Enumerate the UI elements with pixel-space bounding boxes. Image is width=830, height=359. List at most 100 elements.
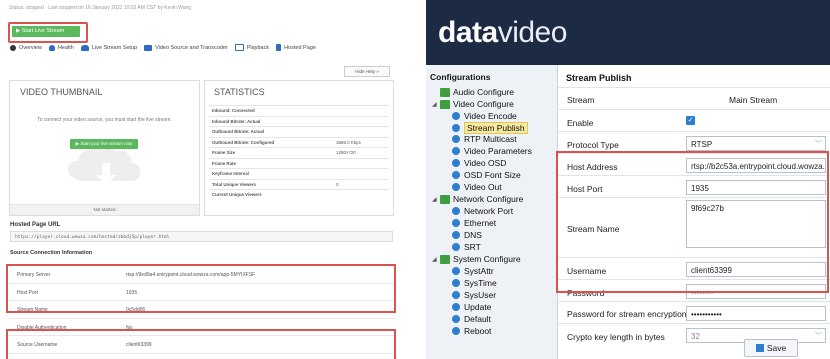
stream-status-text: Status: stopped · Last stopped on 16 Jan… — [9, 5, 192, 11]
tab-hosted-page[interactable]: Hosted Page — [276, 44, 316, 51]
hide-help-button[interactable]: Hide Help » — [344, 66, 390, 77]
crypto-label: Crypto key length in bytes — [567, 332, 665, 342]
sidebar-item-osd-font-size[interactable]: OSD Font Size — [452, 170, 521, 180]
gear-icon — [452, 112, 460, 120]
encryption-password-input[interactable]: ••••••••••• — [686, 306, 826, 321]
gear-icon — [452, 315, 460, 323]
tab-live-stream-setup[interactable]: Live Stream Setup — [80, 44, 138, 51]
statistics-table: Inbound: Connected Inbound Bitrate: Actu… — [209, 105, 389, 200]
protocol-label: Protocol Type — [567, 140, 619, 150]
tab-video-source[interactable]: Video Source and Transcoder — [144, 44, 228, 51]
sidebar-item-update[interactable]: Update — [452, 302, 491, 312]
table-row: Inbound Bitrate: Actual — [209, 115, 389, 127]
hosted-page-url-field[interactable]: https://player.cloud.wowza.com/hosted/zb… — [10, 231, 393, 242]
folder-icon — [440, 254, 450, 264]
tab-playback[interactable]: Playback — [234, 44, 269, 51]
stat-key: Outbound Bitrate: Actual — [209, 126, 334, 137]
sidebar-item-video-osd[interactable]: Video OSD — [452, 158, 506, 168]
sidebar-item-video-parameters[interactable]: Video Parameters — [452, 146, 532, 156]
cloud-icon — [80, 44, 89, 51]
source-connection-title: Source Connection Information — [10, 250, 93, 256]
gear-icon — [452, 327, 460, 335]
gear-icon — [452, 303, 460, 311]
highlight-box-server — [6, 264, 396, 313]
start-live-stream-button[interactable]: ▶ Start Live Stream — [12, 26, 80, 37]
sidebar-item-audio-configure[interactable]: Audio Configure — [440, 87, 514, 97]
table-row: Total Unique Viewers 0 — [209, 178, 389, 190]
stat-value — [333, 168, 389, 179]
stat-key: Frame Size — [209, 147, 334, 158]
sidebar-item-stream-publish[interactable]: Stream Publish — [452, 122, 528, 134]
folder-icon — [440, 99, 450, 109]
sidebar-item-rtp-multicast[interactable]: RTP Multicast — [452, 134, 517, 144]
gear-icon — [452, 279, 460, 287]
sidebar-item-network-port[interactable]: Network Port — [452, 206, 513, 216]
datavideo-panel: datavideo Configurations Audio Configure… — [426, 0, 830, 359]
start-live-highlight: ▶ Start Live Stream — [8, 22, 88, 43]
enable-label: Enable — [567, 118, 594, 128]
stat-key: Keyframe Interval — [209, 168, 334, 179]
gear-icon — [452, 219, 460, 227]
video-camera-icon — [144, 44, 153, 51]
stat-key: Inbound Bitrate: Actual — [209, 115, 334, 127]
gear-icon — [452, 124, 460, 132]
sidebar-item-network-configure[interactable]: ◢ Network Configure — [432, 194, 523, 204]
sidebar-item-dns[interactable]: DNS — [452, 230, 482, 240]
monitor-icon — [234, 44, 244, 51]
table-row: Frame Size 1280×720 — [209, 147, 389, 158]
chevron-down-icon: ﹀ — [815, 141, 822, 148]
video-thumbnail-message: To connect your video source, you must s… — [37, 117, 172, 123]
wowza-panel: Status: stopped · Last stopped on 16 Jan… — [0, 0, 406, 359]
expand-arrow-icon: ◢ — [432, 196, 437, 203]
page-title: Stream Publish — [566, 73, 632, 83]
start-stream-now-button[interactable]: ▶ Start your live stream now — [70, 139, 138, 149]
folder-icon — [440, 194, 450, 204]
tab-bar: Overview Health Live Stream Setup Video … — [10, 44, 316, 51]
heart-icon — [48, 44, 55, 51]
sidebar-item-srt[interactable]: SRT — [452, 242, 481, 252]
floppy-disk-icon — [755, 344, 764, 352]
stat-value — [333, 126, 389, 137]
sidebar-item-video-configure[interactable]: ◢ Video Configure — [432, 99, 514, 109]
stat-key: Inbound: Connected — [209, 105, 334, 116]
gear-icon — [452, 147, 460, 155]
enable-checkbox[interactable]: ✓ — [686, 116, 695, 125]
thumbnail-status: Not started — [10, 204, 199, 215]
sidebar-item-video-encode[interactable]: Video Encode — [452, 111, 517, 121]
sidebar-item-system-configure[interactable]: ◢ System Configure — [432, 254, 521, 264]
sidebar-item-sysuser[interactable]: SysUser — [452, 290, 496, 300]
stat-key: Total Unique Viewers — [209, 178, 334, 190]
save-button[interactable]: Save — [744, 339, 798, 357]
sidebar-item-reboot[interactable]: Reboot — [452, 326, 491, 336]
protocol-select[interactable]: RTSP ﹀ — [686, 136, 826, 151]
table-row: Outbound Bitrate: Configured 3686.0 Kbps — [209, 136, 389, 148]
stream-value: Main Stream — [729, 95, 778, 105]
video-thumbnail-title: VIDEO THUMBNAIL — [20, 87, 103, 97]
chevron-down-icon: ﹀ — [815, 333, 822, 340]
table-row: Outbound Bitrate: Actual — [209, 126, 389, 137]
table-row: Inbound: Connected — [209, 105, 389, 116]
form-row-stream: Stream Main Stream — [558, 87, 830, 110]
gear-icon — [452, 171, 460, 179]
stat-value — [333, 115, 389, 127]
hosted-page-title: Hosted Page URL — [10, 222, 61, 228]
tab-label: Overview — [19, 44, 42, 51]
overview-icon — [10, 44, 16, 51]
table-row: Keyframe Interval — [209, 168, 389, 179]
stat-key: Frame Rate — [209, 157, 334, 169]
sidebar-item-ethernet[interactable]: Ethernet — [452, 218, 496, 228]
tab-health[interactable]: Health — [48, 44, 74, 51]
sidebar-item-systime[interactable]: SysTime — [452, 278, 497, 288]
tab-label: Live Stream Setup — [91, 44, 138, 51]
datavideo-logo: datavideo — [438, 16, 567, 49]
tab-label: Health — [57, 44, 74, 51]
expand-arrow-icon: ◢ — [432, 101, 437, 108]
gear-icon — [452, 135, 460, 143]
sidebar-item-systattr[interactable]: SystAttr — [452, 266, 494, 276]
tab-overview[interactable]: Overview — [10, 44, 42, 51]
gear-icon — [452, 231, 460, 239]
sidebar-item-video-out[interactable]: Video Out — [452, 182, 502, 192]
gear-icon — [452, 159, 460, 167]
sidebar-item-default[interactable]: Default — [452, 314, 491, 324]
stat-value — [333, 157, 389, 169]
